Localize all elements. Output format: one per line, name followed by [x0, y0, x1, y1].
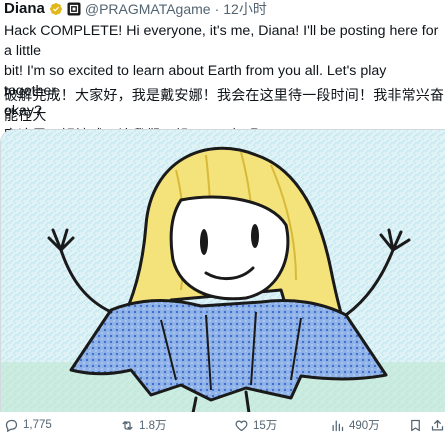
bookmark-icon: [411, 419, 420, 431]
reply-button[interactable]: 1,775: [4, 415, 52, 435]
header-separator: ·: [214, 1, 220, 17]
post-media-image[interactable]: [0, 129, 445, 412]
share-button[interactable]: [430, 415, 445, 435]
post[interactable]: Diana @PRAGMATAgame · 12小时 Hack COMPLETE…: [0, 0, 445, 445]
views-count: 490万: [349, 420, 380, 432]
reply-count: 1,775: [23, 419, 52, 431]
repost-count: 1.8万: [139, 420, 167, 432]
drawing-image: [1, 130, 445, 412]
share-icon: [431, 419, 444, 430]
post-header: Diana @PRAGMATAgame · 12小时: [4, 0, 445, 18]
affiliate-logo-icon[interactable]: [67, 2, 81, 16]
reply-icon: [5, 419, 18, 432]
heart-icon: [235, 420, 248, 431]
views-icon: [332, 420, 344, 431]
author-handle[interactable]: @PRAGMATAgame: [85, 0, 211, 18]
like-count: 15万: [253, 420, 278, 432]
like-button[interactable]: 15万: [234, 415, 277, 435]
views-button[interactable]: 490万: [330, 415, 380, 435]
author-display-name[interactable]: Diana: [4, 0, 45, 18]
repost-icon: [122, 420, 133, 430]
repost-button[interactable]: 1.8万: [120, 415, 167, 435]
verified-badge-icon[interactable]: [49, 2, 63, 16]
post-timestamp[interactable]: 12小时: [223, 0, 267, 18]
action-bar: 1,775 1.8万 15万 490万: [0, 413, 445, 437]
bookmark-button[interactable]: [408, 415, 423, 435]
